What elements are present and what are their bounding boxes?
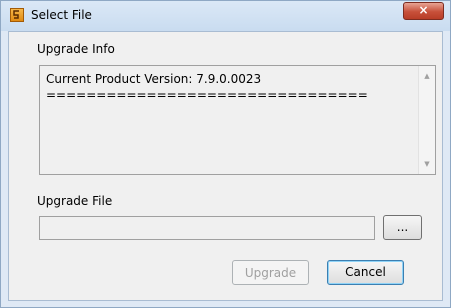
upgrade-button[interactable]: Upgrade	[232, 260, 309, 285]
window-title: Select File	[31, 8, 92, 22]
cancel-button[interactable]: Cancel	[327, 260, 404, 285]
upgrade-file-path-input[interactable]	[39, 216, 375, 240]
upgrade-info-textbox[interactable]: Current Product Version: 7.9.0.0023 ====…	[39, 65, 436, 175]
application-icon	[10, 8, 24, 22]
scroll-down-arrow-icon[interactable]: ▼	[419, 156, 435, 172]
select-file-dialog: Select File × Upgrade Info Current Produ…	[0, 0, 451, 308]
close-button[interactable]: ×	[403, 2, 444, 20]
dialog-body: Upgrade Info Current Product Version: 7.…	[8, 31, 443, 301]
upgrade-info-text: Current Product Version: 7.9.0.0023 ====…	[46, 72, 368, 102]
vertical-scrollbar[interactable]: ▲ ▼	[418, 66, 435, 174]
scroll-up-arrow-icon[interactable]: ▲	[419, 68, 435, 84]
upgrade-info-label: Upgrade Info	[37, 42, 115, 56]
title-bar[interactable]: Select File ×	[1, 1, 450, 31]
close-icon: ×	[418, 3, 429, 17]
upgrade-file-label: Upgrade File	[37, 194, 113, 208]
browse-button[interactable]: ...	[383, 215, 422, 240]
